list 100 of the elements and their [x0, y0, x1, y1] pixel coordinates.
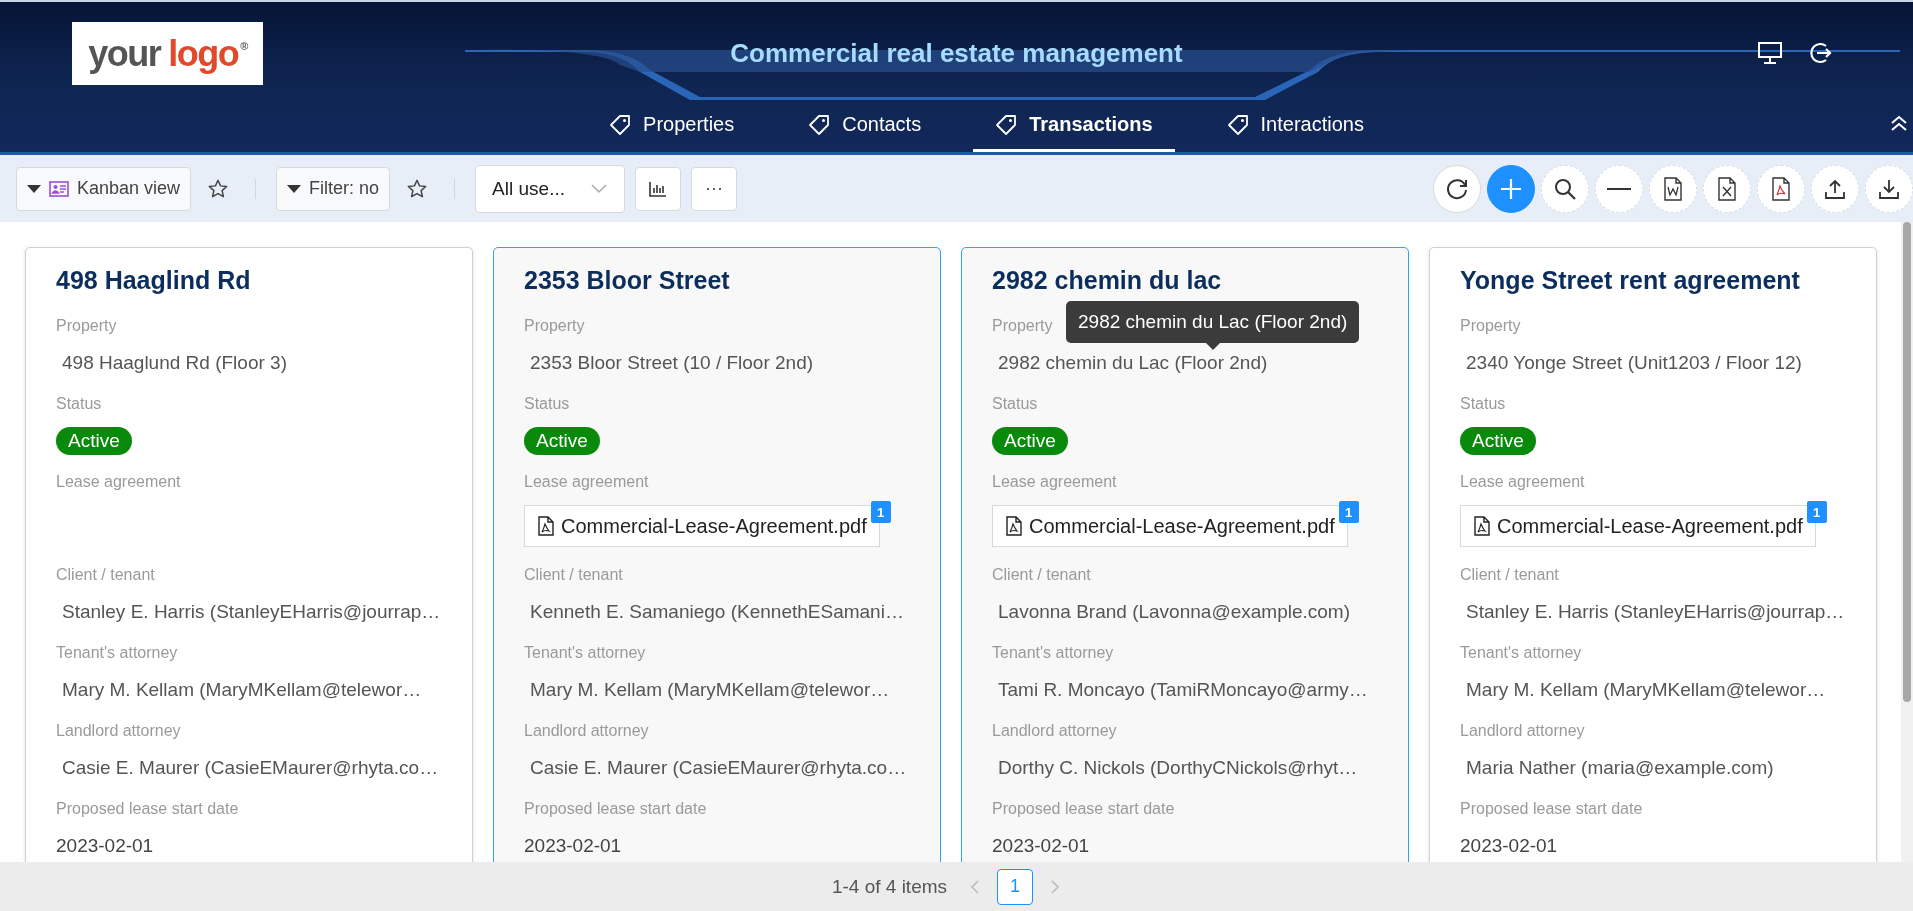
more-button[interactable]: ··· [691, 166, 738, 211]
field-value: Casie E. Maurer (CasieEMaurer@rhyta.co… [61, 756, 439, 780]
field-label: Tenant's attorney [524, 644, 646, 663]
app-title: Commercial real estate management [730, 38, 1183, 69]
field-label: Lease agreement [524, 473, 649, 492]
field-value: Kenneth E. Samaniego (KennethESamani… [529, 600, 904, 624]
field-value: 2023-02-01 [992, 834, 1090, 858]
field-label: Tenant's attorney [56, 644, 178, 663]
field-value: 498 Haaglund Rd (Floor 3) [61, 351, 287, 375]
star-icon[interactable] [207, 177, 230, 200]
count-badge: 1 [870, 501, 891, 523]
field-value: Mary M. Kellam (MaryMKellam@telewor… [529, 678, 890, 702]
field-value: Mary M. Kellam (MaryMKellam@telewor… [61, 678, 422, 702]
tag-icon [995, 113, 1018, 136]
excel-export-button[interactable] [1703, 164, 1751, 213]
field-label: Client / tenant [56, 566, 155, 585]
user-select[interactable]: All use... [475, 164, 626, 213]
pdf-export-button[interactable] [1757, 164, 1805, 213]
upload-icon [1824, 177, 1846, 200]
field-label: Status [524, 395, 570, 414]
field-value: 2023-02-01 [56, 834, 154, 858]
field-value: Casie E. Maurer (CasieEMaurer@rhyta.co… [529, 756, 907, 780]
nav-tab[interactable]: Properties [587, 100, 757, 152]
field-label: Property [524, 317, 585, 336]
field-label: Proposed lease start date [524, 800, 707, 819]
kanban-card[interactable] [961, 247, 1409, 862]
excel-file-icon [1717, 176, 1737, 201]
field-label: Property [1460, 317, 1521, 336]
caret-icon [287, 184, 302, 193]
search-icon [1553, 176, 1577, 201]
field-value: Stanley E. Harris (StanleyEHarris@jourrap… [1465, 600, 1845, 624]
card-icon [49, 180, 69, 197]
count-badge: 1 [1806, 501, 1827, 523]
field-value: Dorthy C. Nickols (DorthyCNickols@rhyt… [997, 756, 1358, 780]
minus-icon [1606, 186, 1632, 191]
pdf-file-icon [1771, 176, 1791, 201]
download-icon [1878, 177, 1900, 200]
tag-icon [609, 113, 632, 136]
field-label: Landlord attorney [56, 722, 181, 741]
tag-icon [808, 113, 831, 136]
field-value: Tami R. Moncayo (TamiRMoncayo@army… [997, 678, 1368, 702]
field-label: Property [56, 317, 117, 336]
pdf-file-icon [537, 516, 555, 536]
kanban-card[interactable] [1429, 247, 1877, 862]
collapse-icon[interactable] [1889, 114, 1909, 132]
field-label: Lease agreement [992, 473, 1117, 492]
nav-tab[interactable]: Contacts [786, 100, 944, 152]
tag-icon [1226, 113, 1249, 136]
search-button[interactable] [1541, 164, 1589, 213]
field-value: 2340 Yonge Street (Unit1203 / Floor 12) [1465, 351, 1802, 375]
remove-button[interactable] [1595, 164, 1643, 213]
logout-icon[interactable] [1807, 40, 1833, 66]
word-export-button[interactable] [1649, 164, 1697, 213]
star-icon[interactable] [406, 177, 429, 200]
pagination-summary: 1-4 of 4 items [831, 875, 948, 898]
scrollbar[interactable] [1901, 222, 1913, 862]
nav-tab[interactable]: Transactions [973, 100, 1175, 152]
kanban-card[interactable] [493, 247, 941, 862]
field-label: Landlord attorney [992, 722, 1117, 741]
field-label: Tenant's attorney [992, 644, 1114, 663]
tooltip: 2982 chemin du Lac (Floor 2nd) [1066, 301, 1360, 350]
card-title: Yonge Street rent agreement [1460, 266, 1801, 296]
field-value: 2353 Bloor Street (10 / Floor 2nd) [529, 351, 814, 375]
field-value: 2023-02-01 [1460, 834, 1558, 858]
field-label: Status [56, 395, 102, 414]
view-dropdown[interactable]: Kanban view [16, 166, 192, 211]
status-badge: Active [524, 426, 600, 455]
count-badge: 1 [1338, 501, 1359, 523]
refresh-button[interactable] [1433, 164, 1481, 213]
download-button[interactable] [1865, 164, 1913, 213]
monitor-icon[interactable] [1757, 41, 1783, 65]
chart-button[interactable] [635, 166, 682, 211]
field-value: Maria Nather (maria@example.com) [1465, 756, 1774, 780]
chevron-down-icon [590, 182, 609, 195]
field-label: Property [992, 317, 1053, 336]
status-badge: Active [992, 426, 1068, 455]
field-label: Proposed lease start date [56, 800, 239, 819]
filter-dropdown[interactable]: Filter: no [276, 166, 391, 211]
word-file-icon [1663, 176, 1683, 201]
field-label: Landlord attorney [524, 722, 649, 741]
field-label: Landlord attorney [1460, 722, 1585, 741]
bar-chart-icon [648, 179, 669, 198]
nav-tab[interactable]: Interactions [1204, 100, 1386, 152]
field-label: Lease agreement [56, 473, 181, 492]
field-value: Stanley E. Harris (StanleyEHarris@jourrap… [61, 600, 441, 624]
field-label: Client / tenant [1460, 566, 1559, 585]
card-title: 2353 Bloor Street [524, 266, 731, 296]
field-value: 2982 chemin du Lac (Floor 2nd) [997, 351, 1268, 375]
pdf-file-icon [1005, 516, 1023, 536]
upload-button[interactable] [1811, 164, 1859, 213]
field-label: Status [1460, 395, 1506, 414]
field-label: Status [992, 395, 1038, 414]
field-label: Proposed lease start date [992, 800, 1175, 819]
card-title: 2982 chemin du lac [992, 266, 1223, 296]
field-value: 2023-02-01 [524, 834, 622, 858]
logo[interactable]: your logo® [72, 22, 263, 85]
field-label: Client / tenant [524, 566, 623, 585]
add-button[interactable] [1487, 164, 1535, 213]
field-label: Lease agreement [1460, 473, 1585, 492]
field-value: Lavonna Brand (Lavonna@example.com) [997, 600, 1350, 624]
